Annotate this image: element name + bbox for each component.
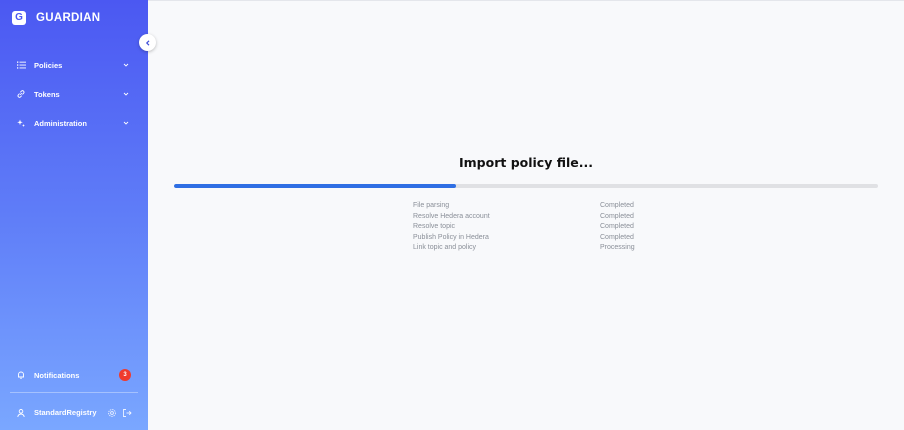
notification-count-badge: 3	[119, 369, 131, 381]
collapse-sidebar-button[interactable]	[139, 34, 156, 51]
chevron-down-icon	[122, 119, 130, 127]
page-title: Import policy file...	[459, 155, 593, 170]
step-name: Resolve topic	[413, 223, 456, 230]
user-icon	[16, 408, 26, 418]
step-status: Completed	[600, 212, 634, 220]
chevron-left-icon	[144, 34, 152, 52]
step-name: Resolve Hedera account	[413, 212, 490, 220]
notifications-label: Notifications	[34, 370, 80, 380]
step-name: Publish Policy in Hedera	[413, 233, 489, 241]
sidebar: G GUARDIAN Policies Tokens Administratio…	[0, 0, 148, 430]
step-row: Publish Policy in Hedera Completed	[413, 234, 653, 245]
progress-bar	[174, 184, 878, 188]
step-status: Completed	[600, 233, 634, 241]
chevron-down-icon	[122, 61, 130, 69]
sidebar-item-administration[interactable]: Administration	[0, 113, 148, 133]
step-name: Link topic and policy	[413, 244, 477, 251]
sidebar-divider	[10, 392, 138, 393]
chevron-down-icon	[122, 90, 130, 98]
user-section: StandardRegistry	[0, 404, 148, 422]
step-status: Completed	[600, 202, 634, 209]
logout-icon[interactable]	[122, 408, 132, 418]
progress-bar-fill	[174, 184, 456, 188]
top-border	[148, 0, 904, 1]
brand[interactable]: G GUARDIAN	[12, 11, 100, 25]
gear-icon[interactable]	[107, 408, 117, 418]
step-row: Resolve topic Completed	[413, 223, 653, 234]
sidebar-item-label: Administration	[34, 118, 87, 128]
step-name: File parsing	[413, 202, 450, 209]
list-icon	[16, 60, 26, 70]
sidebar-item-label: Tokens	[34, 89, 60, 99]
step-status: Completed	[600, 223, 634, 230]
link-icon	[16, 89, 26, 99]
username[interactable]: StandardRegistry	[34, 408, 97, 417]
sidebar-item-tokens[interactable]: Tokens	[0, 84, 148, 104]
sparkle-icon	[16, 118, 26, 128]
import-steps-list: File parsing Completed Resolve Hedera ac…	[413, 202, 653, 255]
bell-icon	[16, 370, 26, 380]
sidebar-item-notifications[interactable]: Notifications 3	[0, 366, 148, 384]
step-status: Processing	[600, 244, 635, 251]
guardian-logo-icon: G	[12, 11, 26, 25]
step-row: Link topic and policy Processing	[413, 244, 653, 255]
step-row: File parsing Completed	[413, 202, 653, 213]
step-row: Resolve Hedera account Completed	[413, 213, 653, 224]
brand-name: GUARDIAN	[36, 12, 101, 24]
sidebar-item-label: Policies	[34, 60, 63, 70]
sidebar-item-policies[interactable]: Policies	[0, 55, 148, 75]
